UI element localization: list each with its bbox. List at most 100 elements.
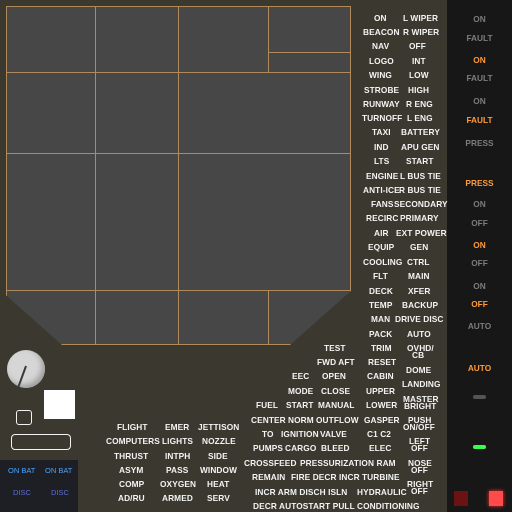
label-deck: DECK [369, 286, 393, 296]
display-cell-4[interactable] [268, 6, 351, 53]
label-crossfeed: CROSSFEED [244, 458, 297, 468]
label-turbine: TURBINE [362, 472, 400, 482]
status-auto-15: AUTO [467, 363, 492, 373]
label-left-line2: OFF [411, 443, 428, 453]
status-fault-1: FAULT [466, 33, 493, 43]
label-center: CENTER [251, 415, 286, 425]
label-cargo: CARGO [285, 443, 317, 453]
display-cell-12[interactable] [95, 290, 179, 345]
label-secondary: SECONDARY [394, 199, 448, 209]
label-pack: PACK [369, 329, 393, 339]
status-on-12: ON [473, 281, 486, 291]
white-square-display[interactable] [44, 390, 75, 419]
label-equip: EQUIP [368, 242, 395, 252]
status-fault-3: FAULT [466, 73, 493, 83]
label-r-eng: R ENG [406, 99, 433, 109]
label-nose-line2: OFF [411, 465, 428, 475]
label-heat: HEAT [207, 479, 230, 489]
label-comp: COMP [119, 479, 145, 489]
label-trim: TRIM [371, 343, 392, 353]
red-indicator-left [454, 491, 468, 506]
label-fire-decr-incr: FIRE DECR INCR [291, 472, 360, 482]
display-cell-6[interactable] [95, 72, 179, 154]
display-cell-10[interactable] [178, 153, 351, 291]
label-low: LOW [409, 70, 429, 80]
label-beacon: BEACON [363, 27, 400, 37]
label-incr-arm-disch-isln: INCR ARM DISCH ISLN [255, 487, 348, 497]
display-cell-5[interactable] [6, 72, 96, 154]
status-auto-14: AUTO [467, 321, 492, 331]
label-fans: FANS [371, 199, 394, 209]
label-c1-c2: C1 C2 [367, 429, 392, 439]
label-cabin: CABIN [367, 371, 394, 381]
label-fuel: FUEL [256, 400, 279, 410]
small-rounded-button[interactable] [16, 410, 32, 425]
label-main: MAIN [408, 271, 430, 281]
label-intph: INTPH [165, 451, 191, 461]
label-nozzle: NOZZLE [202, 436, 236, 446]
label-l-bus-tie: L BUS TIE [400, 171, 441, 181]
label-l-eng: L ENG [407, 113, 433, 123]
label-int: INT [412, 56, 426, 66]
label-norm: NORM [288, 415, 314, 425]
label-gen: GEN [410, 242, 429, 252]
status-on-0: ON [473, 14, 486, 24]
red-indicator-right [489, 491, 503, 506]
label-ctrl: CTRL [407, 257, 430, 267]
label-runway: RUNWAY [363, 99, 400, 109]
label-gasper: GASPER [364, 415, 400, 425]
label-test: TEST [324, 343, 346, 353]
status-on-8: ON [473, 199, 486, 209]
display-cell-2[interactable] [95, 6, 179, 73]
label-ignition: IGNITION [281, 429, 319, 439]
display-cell-9[interactable] [95, 153, 179, 291]
status-off-11: OFF [471, 258, 488, 268]
label-ovhd-line2: CB [412, 350, 425, 360]
display-cell-7[interactable] [178, 72, 351, 154]
display-cell-13[interactable] [178, 290, 269, 345]
long-rounded-button[interactable] [11, 434, 71, 450]
on-bat-label-2: ON BAT [45, 466, 73, 475]
label-lights: LIGHTS [162, 436, 194, 446]
display-cell-1[interactable] [6, 6, 96, 73]
label-off-top: OFF [409, 41, 426, 51]
status-press-7: PRESS [465, 178, 494, 188]
status-off-13: OFF [471, 299, 488, 309]
label-manual: MANUAL [318, 400, 355, 410]
label-primary: PRIMARY [400, 213, 439, 223]
label-recirc: RECIRC [366, 213, 399, 223]
label-open: OPEN [322, 371, 346, 381]
label-push-line2: ON/OFF [403, 422, 435, 432]
label-logo: LOGO [369, 56, 394, 66]
label-wing: WING [369, 70, 392, 80]
status-on-2: ON [473, 55, 486, 65]
label-landing: LANDING [402, 379, 441, 389]
display-cell-8[interactable] [6, 153, 96, 291]
label-armed: ARMED [162, 493, 193, 503]
label-ind: IND [374, 142, 389, 152]
display-cell-3[interactable] [178, 6, 269, 73]
disc-label-2: DISC [51, 488, 69, 497]
label-r-bus-tie: R BUS TIE [399, 185, 441, 195]
label-temp: TEMP [369, 300, 393, 310]
status-on-4: ON [473, 96, 486, 106]
label-ext-power: EXT POWER [396, 228, 447, 238]
label-hydraulic: HYDRAULIC [357, 487, 407, 497]
label-fwd-aft: FWD AFT [317, 357, 355, 367]
label-r-wiper: R WIPER [403, 27, 440, 37]
label-on: ON [374, 13, 387, 23]
label-bleed: BLEED [321, 443, 350, 453]
label-taxi: TAXI [372, 127, 391, 137]
label-xfer: XFER [408, 286, 431, 296]
label-engine: ENGINE [366, 171, 399, 181]
label-battery: BATTERY [401, 127, 440, 137]
label-drive-disc: DRIVE DISC [395, 314, 444, 324]
label-dome: DOME [406, 365, 432, 375]
label-nav: NAV [372, 41, 390, 51]
rotary-knob[interactable] [7, 350, 45, 388]
label-cooling: COOLING [363, 257, 403, 267]
label-mode: MODE [288, 386, 314, 396]
status-press-6: PRESS [465, 138, 494, 148]
label-anti-ice: ANTI-ICE [363, 185, 400, 195]
label-close: CLOSE [321, 386, 351, 396]
